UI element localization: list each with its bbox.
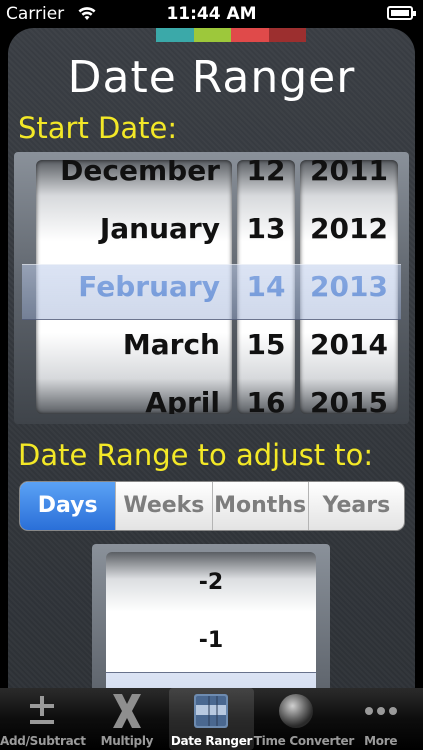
range-value-option-selected[interactable]: 0	[106, 670, 316, 688]
tab-label: Add/Subtract	[0, 734, 86, 748]
calendar-window-icon	[194, 694, 229, 728]
tab-more[interactable]: More	[338, 688, 423, 750]
tab-label: More	[364, 734, 398, 748]
tab-label: Date Ranger	[170, 734, 253, 748]
segment-years[interactable]: Years	[307, 482, 404, 530]
segment-months[interactable]: Months	[211, 482, 308, 530]
tab-add-subtract[interactable]: Add/Subtract	[0, 688, 86, 750]
tab-multiply[interactable]: Multiply	[85, 688, 170, 750]
day-option[interactable]: 12	[237, 160, 295, 200]
day-option[interactable]: 16	[237, 374, 295, 414]
tab-bar: Add/Subtract Multiply Date Ranger Time C…	[0, 688, 423, 750]
status-time: 11:44 AM	[166, 4, 257, 24]
segment-days[interactable]: Days	[20, 482, 116, 530]
status-bar: Carrier 11:44 AM	[0, 0, 423, 28]
start-date-label: Start Date:	[18, 111, 178, 145]
year-option[interactable]: 2012	[300, 200, 398, 258]
tab-time-converter[interactable]: Time Converter	[253, 688, 354, 750]
date-range-label: Date Range to adjust to:	[18, 438, 374, 472]
range-value-picker[interactable]: -2 -1 0	[92, 544, 330, 688]
day-option-selected[interactable]: 14	[237, 258, 295, 316]
day-wheel[interactable]: 12 13 14 15 16	[237, 160, 295, 414]
strip-red	[231, 28, 269, 42]
tab-date-ranger[interactable]: Date Ranger	[169, 688, 254, 750]
range-value-option[interactable]: -1	[106, 612, 316, 670]
battery-icon	[387, 6, 416, 20]
app-title: Date Ranger	[67, 52, 356, 103]
more-dots-icon	[364, 707, 397, 715]
month-option[interactable]: March	[36, 316, 232, 374]
year-option[interactable]: 2011	[300, 160, 398, 200]
month-option[interactable]: December	[36, 160, 232, 200]
tab-label: Time Converter	[253, 734, 354, 748]
range-value-wheel[interactable]: -2 -1 0	[106, 552, 316, 688]
month-option[interactable]: April	[36, 374, 232, 414]
day-option[interactable]: 13	[237, 200, 295, 258]
start-date-picker[interactable]: December January February March April 12…	[14, 152, 409, 424]
month-option[interactable]: January	[36, 200, 232, 258]
multiply-x-icon	[112, 694, 141, 728]
range-value-option[interactable]: -2	[106, 554, 316, 612]
plus-minus-icon	[30, 696, 55, 724]
strip-dark-red	[268, 28, 306, 42]
globe-sphere-icon	[279, 694, 314, 728]
main-panel: Date Ranger Start Date: December January…	[8, 28, 415, 688]
strip-teal	[156, 28, 194, 42]
strip-green	[193, 28, 231, 42]
year-option-selected[interactable]: 2013	[300, 258, 398, 316]
tab-label: Multiply	[100, 734, 154, 748]
range-unit-segmented-control[interactable]: Days Weeks Months Years	[19, 481, 405, 531]
year-option[interactable]: 2015	[300, 374, 398, 414]
month-option-selected[interactable]: February	[36, 258, 232, 316]
year-wheel[interactable]: 2011 2012 2013 2014 2015	[300, 160, 398, 414]
day-option[interactable]: 15	[237, 316, 295, 374]
month-wheel[interactable]: December January February March April	[36, 160, 232, 414]
color-strips	[156, 28, 306, 42]
segment-weeks[interactable]: Weeks	[115, 482, 211, 530]
year-option[interactable]: 2014	[300, 316, 398, 374]
